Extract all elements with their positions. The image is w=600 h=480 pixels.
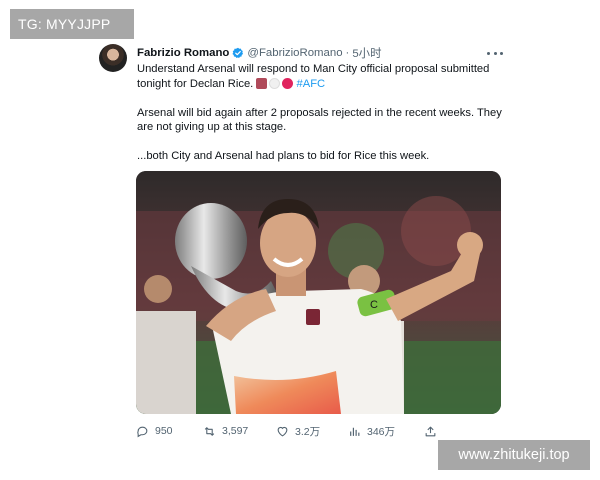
share-icon	[425, 426, 436, 436]
tweet-paragraph-2: Arsenal will bid again after 2 proposals…	[137, 106, 502, 134]
author-name[interactable]: Fabrizio Romano	[137, 47, 229, 59]
tweet-text: Understand Arsenal will respond to Man C…	[137, 62, 507, 164]
retweet-icon	[204, 426, 215, 436]
views-action[interactable]: 346万	[348, 423, 395, 439]
emoji-group	[256, 78, 294, 90]
verified-badge-icon	[232, 47, 244, 59]
reply-icon	[137, 426, 148, 437]
reply-action[interactable]: 950	[136, 423, 173, 439]
photo-image: C	[136, 171, 501, 414]
tweet-paragraph-1: Understand Arsenal will respond to Man C…	[137, 62, 507, 91]
tweet-timestamp[interactable]: 5小时	[352, 45, 381, 61]
like-action[interactable]: 3.2万	[276, 423, 320, 439]
views-count: 346万	[367, 425, 396, 438]
tweet-header: Fabrizio Romano @FabrizioRomano · 5小时	[137, 45, 507, 61]
watermark-top-left: TG: MYYJJPP	[10, 9, 134, 39]
hashtag-link[interactable]: #AFC	[297, 78, 326, 90]
separator-dot: ·	[345, 47, 350, 59]
retweet-count: 3,597	[222, 425, 249, 437]
armband-letter: C	[370, 299, 378, 311]
like-count: 3.2万	[295, 425, 321, 438]
watermark-bottom-right: www.zhitukeji.top	[438, 440, 590, 470]
heart-icon	[277, 426, 288, 436]
tweet-photo[interactable]: C	[136, 171, 501, 414]
author-avatar[interactable]	[99, 44, 127, 72]
author-handle[interactable]: @FabrizioRomano	[247, 47, 342, 59]
tweet-paragraph-3: ...both City and Arsenal had plans to bi…	[137, 150, 430, 162]
white-circle-emoji-icon	[269, 78, 281, 90]
red-circle-emoji-icon	[282, 78, 294, 90]
tweet: Fabrizio Romano @FabrizioRomano · 5小时 Un…	[0, 0, 600, 480]
share-action[interactable]	[424, 423, 437, 439]
hammer-emoji-icon	[256, 78, 268, 90]
reply-count: 950	[155, 425, 173, 437]
more-options-icon[interactable]	[487, 47, 503, 59]
bar-chart-icon	[350, 427, 360, 436]
retweet-action[interactable]: 3,597	[203, 423, 248, 439]
tweet-actions: 950 3,597 3.2万 346万	[136, 423, 446, 439]
